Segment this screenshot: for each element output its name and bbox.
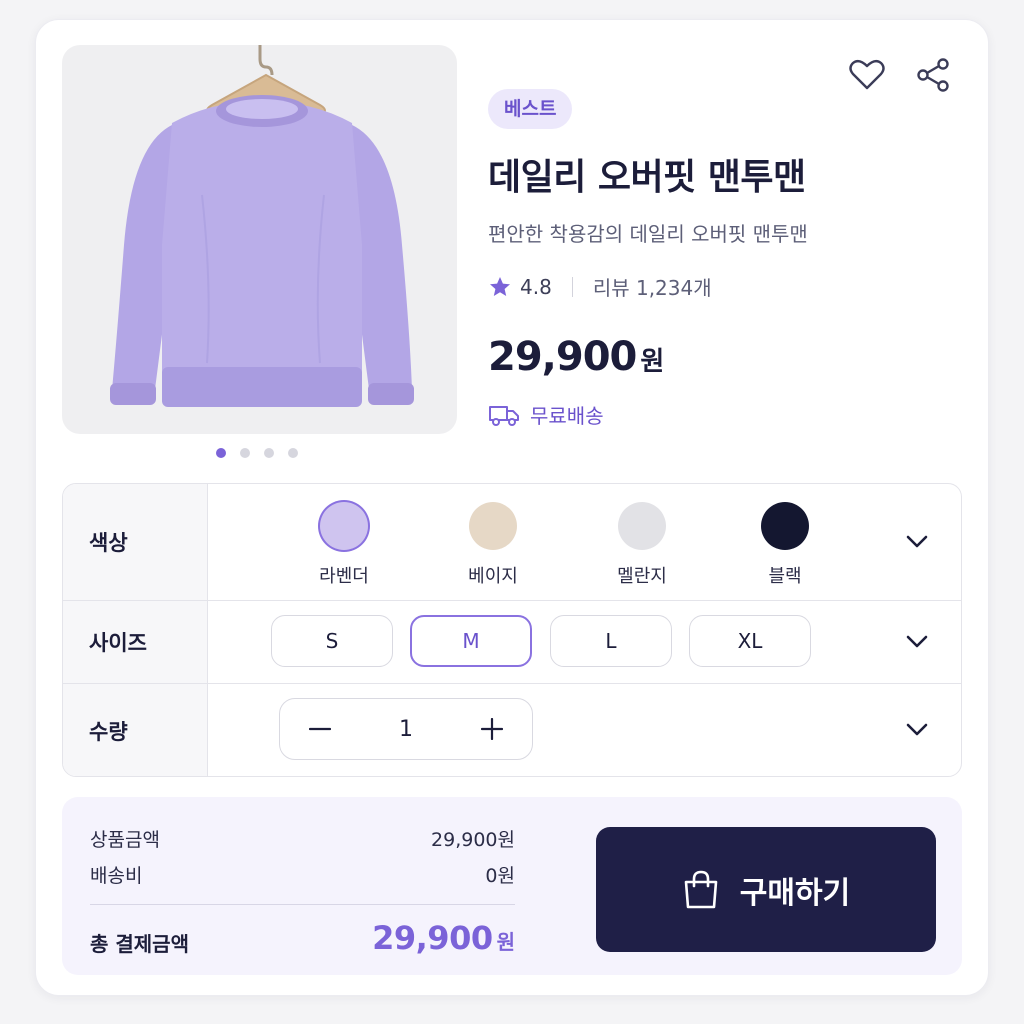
product-title: 데일리 오버핏 맨투맨: [488, 157, 806, 198]
quantity-label: 수량: [63, 684, 208, 776]
size-option-row: 사이즈 S M L XL: [63, 601, 961, 684]
pagination-dot[interactable]: [216, 448, 226, 458]
color-swatch: [469, 502, 517, 550]
shipping-fee-row: 배송비 0원: [90, 861, 515, 888]
truck-icon: [489, 405, 519, 426]
image-pagination[interactable]: [216, 448, 298, 458]
total-unit: 원: [496, 930, 515, 954]
sweatshirt-illustration: [110, 45, 414, 407]
rating-value: 4.8: [520, 274, 552, 299]
wishlist-button[interactable]: [848, 56, 886, 94]
shipping-label: 무료배송: [530, 404, 604, 428]
total-value: 29,900: [372, 919, 493, 957]
color-option[interactable]: 블랙: [730, 502, 840, 588]
pagination-dot[interactable]: [240, 448, 250, 458]
options-table: 색상 라벤더 베이지 멜란지 블랙 사이즈 S M L XL 수량 1: [62, 483, 962, 777]
quantity-stepper: 1: [279, 698, 533, 760]
product-amount-value: 29,900원: [431, 829, 515, 851]
product-amount-label: 상품금액: [90, 829, 160, 851]
plus-icon: [481, 718, 503, 740]
price-unit: 원: [640, 347, 665, 377]
product-image[interactable]: [62, 45, 457, 434]
pagination-dot[interactable]: [288, 448, 298, 458]
quantity-option-row: 수량 1: [63, 684, 961, 776]
product-price: 29,900 원: [488, 334, 664, 380]
shipping-info: 무료배송: [488, 400, 604, 429]
color-label: 색상: [63, 484, 208, 600]
color-option-row: 색상 라벤더 베이지 멜란지 블랙: [63, 484, 961, 601]
color-option[interactable]: 라벤더: [289, 502, 399, 588]
total-label: 총 결제금액: [90, 932, 189, 956]
chevron-down-icon: [906, 535, 928, 548]
best-badge: 베스트: [488, 89, 573, 129]
color-name: 블랙: [768, 566, 802, 587]
summary-divider: [90, 904, 515, 905]
color-option[interactable]: 베이지: [438, 502, 548, 588]
chevron-down-icon: [906, 635, 928, 648]
minus-icon: [309, 727, 331, 731]
color-option[interactable]: 멜란지: [587, 502, 697, 588]
total-price: 29,900 원: [372, 919, 515, 957]
size-option-l[interactable]: L: [550, 615, 672, 667]
heart-icon: [849, 59, 885, 90]
color-name: 베이지: [468, 566, 518, 587]
buy-button-label: 구매하기: [739, 875, 851, 911]
divider: [571, 276, 573, 297]
size-label: 사이즈: [63, 601, 208, 683]
rating-row: 4.8 리뷰 1,234개: [488, 272, 712, 301]
chevron-down-icon: [906, 723, 928, 736]
quantity-dropdown-toggle[interactable]: [899, 712, 935, 748]
price-value: 29,900: [488, 334, 637, 380]
size-option-xl[interactable]: XL: [689, 615, 811, 667]
pagination-dot[interactable]: [264, 448, 274, 458]
product-amount-row: 상품금액 29,900원: [90, 825, 515, 852]
color-name: 멜란지: [617, 566, 667, 587]
color-swatch: [761, 502, 809, 550]
share-button[interactable]: [914, 56, 952, 94]
share-icon: [917, 58, 949, 92]
product-subtitle: 편안한 착용감의 데일리 오버핏 맨투맨: [488, 222, 808, 246]
star-icon: [490, 276, 510, 296]
shipping-fee-label: 배송비: [90, 865, 143, 887]
color-swatch: [618, 502, 666, 550]
quantity-decrease-button[interactable]: [280, 699, 360, 759]
review-count-link[interactable]: 리뷰 1,234개: [593, 272, 712, 301]
shipping-fee-value: 0원: [485, 865, 515, 887]
size-option-m[interactable]: M: [410, 615, 532, 667]
color-swatch: [320, 502, 368, 550]
buy-button[interactable]: 구매하기: [596, 827, 936, 952]
color-name: 라벤더: [319, 566, 369, 587]
quantity-increase-button[interactable]: [452, 699, 532, 759]
quantity-value[interactable]: 1: [360, 717, 452, 742]
size-dropdown-toggle[interactable]: [899, 624, 935, 660]
size-option-s[interactable]: S: [271, 615, 393, 667]
color-dropdown-toggle[interactable]: [899, 524, 935, 560]
shopping-bag-icon: [684, 870, 718, 908]
